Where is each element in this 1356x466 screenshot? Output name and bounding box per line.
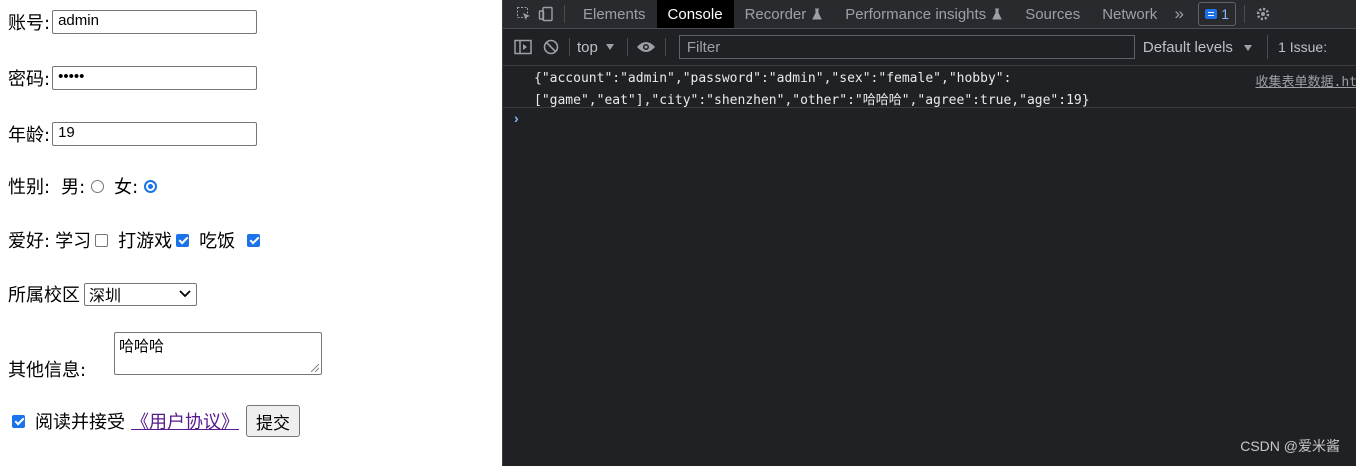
log-levels-label: Default levels [1142, 38, 1233, 56]
other-textarea-value: 哈哈哈 [119, 337, 165, 355]
campus-row: 所属校区 深圳 [8, 281, 197, 307]
password-row: 密码: ••••• [8, 65, 258, 91]
tab-network[interactable]: Network [1091, 0, 1168, 28]
campus-selected-value: 深圳 [89, 286, 122, 305]
console-prompt-icon[interactable]: › [514, 110, 519, 126]
agree-checkbox[interactable] [12, 414, 25, 428]
tab-recorder-label: Recorder [744, 5, 807, 23]
tab-recorder[interactable]: Recorder [734, 0, 835, 28]
age-row: 年龄: 19 [8, 121, 258, 147]
resize-handle-icon[interactable] [311, 364, 319, 372]
form-page: 账号: admin 密码: ••••• 年龄: 19 性别: 男: 女: 爱好:… [0, 0, 502, 466]
campus-select[interactable]: 深圳 [84, 282, 197, 306]
age-input[interactable]: 19 [52, 122, 258, 146]
age-label: 年龄: [8, 125, 51, 146]
sex-female-label: 女: [114, 177, 139, 198]
issues-counter[interactable]: 1 Issue: [1267, 35, 1327, 59]
password-label: 密码: [8, 69, 51, 90]
agree-row: 阅读并接受 《用户协议》 提交 [12, 405, 300, 437]
sidebar-toggle-icon[interactable] [512, 33, 534, 61]
inspect-element-icon[interactable] [513, 0, 535, 28]
password-input[interactable]: ••••• [52, 66, 258, 90]
hobby-game-label: 打游戏 [118, 231, 173, 252]
user-agreement-link[interactable]: 《用户协议》 [131, 408, 239, 434]
context-label: top [577, 38, 598, 56]
tab-elements[interactable]: Elements [572, 0, 657, 28]
device-toolbar-icon[interactable] [535, 0, 557, 28]
sex-male-radio[interactable] [91, 179, 105, 193]
messages-count: 1 [1221, 6, 1230, 22]
message-icon [1205, 9, 1218, 19]
tab-sources[interactable]: Sources [1014, 0, 1091, 28]
hobby-row: 爱好: 学习 打游戏 吃饭 [8, 227, 266, 253]
other-label-row: 其他信息: [8, 356, 86, 382]
tab-console[interactable]: Console [656, 0, 734, 28]
hobby-eat-label: 吃饭 [199, 231, 236, 252]
divider [626, 38, 628, 56]
agree-label: 阅读并接受 [35, 412, 125, 433]
tab-performance-insights[interactable]: Performance insights [834, 0, 1014, 28]
account-row: 账号: admin [8, 9, 258, 35]
more-tabs-icon[interactable]: » [1168, 0, 1190, 28]
divider [1244, 5, 1246, 23]
other-label: 其他信息: [8, 360, 87, 381]
log-levels-dropdown[interactable]: Default levels [1143, 39, 1253, 56]
log-text-line: ["game","eat"],"city":"shenzhen","other"… [534, 93, 1090, 108]
flask-icon [812, 8, 823, 20]
log-text-line: {"account":"admin","password":"admin","s… [534, 71, 1012, 86]
tab-performance-insights-label: Performance insights [845, 5, 987, 23]
clear-console-icon[interactable] [540, 33, 562, 61]
filter-input[interactable]: Filter [678, 35, 1135, 59]
other-textarea[interactable]: 哈哈哈 [114, 332, 322, 375]
divider [564, 5, 565, 23]
messages-badge[interactable]: 1 [1198, 2, 1237, 26]
devtools-tabbar: Elements Console Recorder Performance in… [503, 0, 1356, 29]
submit-button[interactable]: 提交 [246, 405, 300, 437]
chevron-down-icon [179, 290, 191, 298]
campus-label: 所属校区 [8, 285, 80, 306]
hobby-study-checkbox[interactable] [95, 233, 109, 247]
settings-gear-icon[interactable] [1252, 0, 1274, 28]
sex-row: 性别: 男: 女: [8, 174, 167, 198]
hobby-eat-checkbox[interactable] [247, 233, 261, 247]
divider [664, 38, 666, 56]
account-label: 账号: [8, 13, 51, 34]
flask-icon [992, 8, 1002, 20]
context-selector[interactable]: top [577, 39, 615, 56]
divider [569, 38, 570, 56]
devtools-panel: Elements Console Recorder Performance in… [502, 0, 1356, 466]
hobby-study-label: 学习 [55, 231, 92, 252]
live-expression-eye-icon[interactable] [635, 33, 657, 61]
dropdown-triangle-icon [605, 44, 614, 50]
dropdown-triangle-icon [1244, 44, 1253, 51]
account-input[interactable]: admin [52, 10, 258, 34]
sex-male-label: 男: [61, 177, 86, 198]
sex-female-radio[interactable] [144, 179, 158, 193]
hobby-label: 爱好: [8, 231, 51, 252]
watermark: CSDN @爱米酱 [1240, 438, 1340, 454]
console-log-entry: {"account":"admin","password":"admin","s… [503, 66, 1356, 108]
hobby-game-checkbox[interactable] [176, 233, 190, 247]
console-toolbar: top Filter Default levels 1 Issue: [503, 29, 1356, 66]
sex-label: 性别: [8, 177, 51, 198]
log-source-link[interactable]: 收集表单数据.ht [1256, 71, 1356, 90]
